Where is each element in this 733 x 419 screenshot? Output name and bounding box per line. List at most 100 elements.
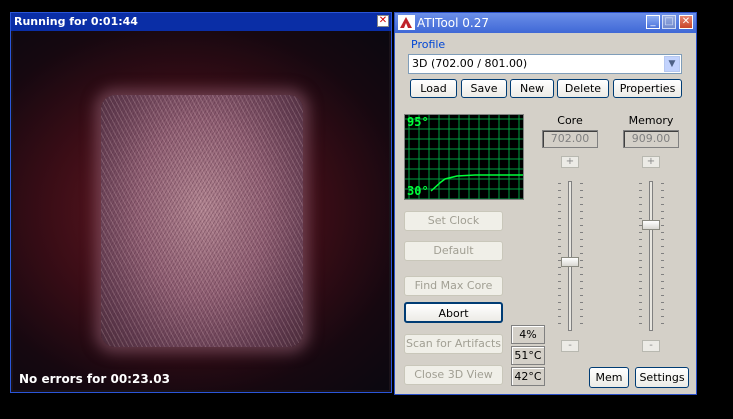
core-clock-field[interactable]: 702.00 (542, 130, 598, 148)
chevron-down-icon[interactable]: ▼ (664, 56, 680, 72)
slider-tick (558, 274, 561, 275)
slider-tick (558, 190, 561, 191)
slider-tick (580, 295, 583, 296)
slider-tick (580, 274, 583, 275)
slider-tick (558, 204, 561, 205)
memory-slider-thumb[interactable] (642, 220, 660, 230)
slider-tick (580, 323, 583, 324)
slider-tick (558, 218, 561, 219)
slider-tick (580, 267, 583, 268)
slider-tick (558, 281, 561, 282)
slider-tick (661, 295, 664, 296)
slider-tick (639, 260, 642, 261)
slider-tick (661, 302, 664, 303)
memory-increment-button[interactable]: + (642, 156, 660, 168)
scan-artifacts-button[interactable]: Scan for Artifacts (404, 334, 503, 354)
profile-selected-value: 3D (702.00 / 801.00) (412, 57, 528, 70)
close-3d-view-button[interactable]: Close 3D View (404, 365, 503, 385)
slider-tick (639, 232, 642, 233)
save-button[interactable]: Save (461, 79, 507, 98)
slider-tick (661, 218, 664, 219)
close-icon[interactable]: ✕ (377, 15, 389, 27)
find-max-core-button[interactable]: Find Max Core (404, 276, 503, 296)
slider-tick (639, 183, 642, 184)
slider-tick (639, 204, 642, 205)
slider-tick (661, 281, 664, 282)
slider-tick (580, 190, 583, 191)
profile-label: Profile (411, 38, 446, 51)
new-button[interactable]: New (510, 79, 554, 98)
slider-tick (661, 204, 664, 205)
properties-button[interactable]: Properties (613, 79, 682, 98)
memory-decrement-button[interactable]: - (642, 340, 660, 352)
memory-clock-field[interactable]: 909.00 (623, 130, 679, 148)
maximize-icon[interactable]: □ (662, 15, 676, 29)
slider-tick (580, 316, 583, 317)
slider-tick (639, 281, 642, 282)
slider-tick (580, 281, 583, 282)
gpu-load-percent: 4% (511, 325, 545, 344)
slider-tick (639, 267, 642, 268)
minimize-icon[interactable]: _ (646, 15, 660, 29)
slider-tick (580, 253, 583, 254)
slider-tick (580, 246, 583, 247)
slider-tick (558, 323, 561, 324)
graph-bottom-label: 30° (407, 184, 429, 198)
load-button[interactable]: Load (410, 79, 457, 98)
profile-dropdown[interactable]: 3D (702.00 / 801.00) ▼ (408, 54, 682, 74)
slider-tick (639, 309, 642, 310)
slider-tick (558, 302, 561, 303)
core-decrement-button[interactable]: - (561, 340, 579, 352)
slider-tick (639, 239, 642, 240)
settings-button[interactable]: Settings (635, 367, 689, 388)
slider-tick (639, 323, 642, 324)
delete-button[interactable]: Delete (557, 79, 609, 98)
render-window-title: Running for 0:01:44 ✕ (11, 13, 391, 31)
abort-button[interactable]: Abort (404, 302, 503, 323)
slider-tick (661, 211, 664, 212)
slider-tick (661, 267, 664, 268)
slider-tick (661, 288, 664, 289)
slider-tick (558, 211, 561, 212)
3d-render-view: No errors for 00:23.03 (13, 31, 389, 390)
set-clock-button[interactable]: Set Clock (404, 211, 503, 231)
slider-tick (661, 190, 664, 191)
slider-tick (558, 260, 561, 261)
slider-tick (661, 323, 664, 324)
slider-tick (639, 246, 642, 247)
core-label: Core (557, 114, 583, 127)
temperature-graph: 95° 30° (404, 114, 524, 200)
render-window: Running for 0:01:44 ✕ No errors for 00:2… (10, 12, 392, 393)
slider-tick (639, 197, 642, 198)
close-icon[interactable]: ✕ (679, 15, 693, 29)
gpu-temperature: 51°C (511, 346, 545, 365)
slider-tick (661, 274, 664, 275)
slider-tick (558, 246, 561, 247)
slider-tick (558, 309, 561, 310)
error-status-text: No errors for 00:23.03 (19, 372, 170, 386)
default-button[interactable]: Default (404, 241, 503, 261)
mem-button[interactable]: Mem (589, 367, 629, 388)
slider-tick (558, 267, 561, 268)
slider-tick (661, 239, 664, 240)
core-slider-thumb[interactable] (561, 257, 579, 267)
core-slider-track[interactable] (568, 181, 572, 331)
slider-tick (558, 288, 561, 289)
ambient-temperature: 42°C (511, 367, 545, 386)
slider-tick (558, 232, 561, 233)
slider-tick (558, 183, 561, 184)
slider-tick (558, 295, 561, 296)
memory-slider-track[interactable] (649, 181, 653, 331)
slider-tick (580, 232, 583, 233)
slider-tick (661, 232, 664, 233)
slider-tick (639, 253, 642, 254)
slider-tick (639, 295, 642, 296)
slider-tick (580, 260, 583, 261)
slider-tick (580, 211, 583, 212)
slider-tick (661, 253, 664, 254)
slider-tick (639, 190, 642, 191)
slider-tick (639, 218, 642, 219)
core-increment-button[interactable]: + (561, 156, 579, 168)
slider-tick (639, 274, 642, 275)
slider-tick (661, 309, 664, 310)
